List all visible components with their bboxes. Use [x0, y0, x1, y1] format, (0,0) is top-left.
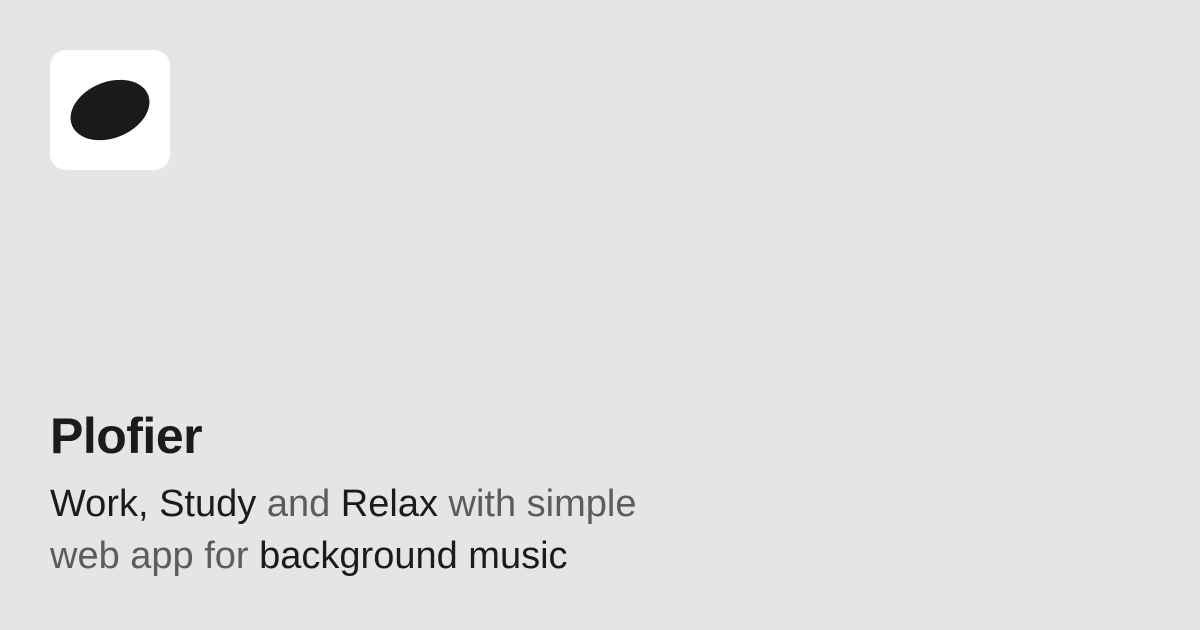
- vinyl-ellipse-logo-icon: [70, 79, 150, 141]
- tagline-background-music: background music: [259, 535, 568, 577]
- tagline-web-app-for: web app for: [50, 535, 260, 577]
- tagline-and: and: [256, 483, 341, 525]
- tagline-line-1: Work, Study and Relax with simple: [50, 483, 636, 525]
- tagline-work-study: Work, Study: [50, 483, 257, 525]
- app-logo-tile: [50, 50, 170, 170]
- tagline-relax: Relax: [340, 483, 438, 525]
- tagline-with-simple: with simple: [437, 483, 637, 525]
- app-title: Plofier: [50, 408, 203, 464]
- tagline-line-2: web app for background music: [50, 535, 568, 577]
- app-tagline: Work, Study and Relax with simple web ap…: [50, 478, 810, 582]
